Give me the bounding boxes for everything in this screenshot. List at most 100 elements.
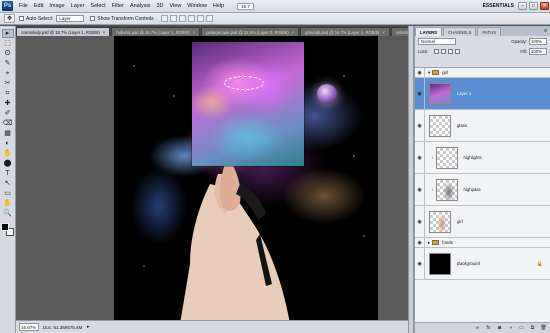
align-buttons [160,15,213,22]
document-tab[interactable]: hubvisit.psd @ 16.7% (Layer 1, RGB/8) × [111,27,201,36]
eyedropper-tool-icon[interactable]: ⌗ [2,89,14,98]
visibility-eye-icon[interactable]: ◉ [415,248,425,279]
menu-3d[interactable]: 3D [153,3,166,9]
fill-input[interactable]: 100% [529,47,547,55]
dodge-tool-icon[interactable]: ◐ [2,139,14,148]
visibility-eye-icon[interactable]: ◉ [415,78,425,109]
panel-menu-icon[interactable]: ≡ [541,27,550,36]
color-swatches[interactable] [1,223,14,237]
document-tab[interactable]: galaxyscape.psd @ 12.5% (Layer 0, RGB/8)… [201,27,300,36]
menu-layer[interactable]: Layer [68,3,88,9]
layer-thumbnail [435,178,458,201]
close-button[interactable]: ✕ [540,2,549,10]
lock-all-icon[interactable] [455,48,461,54]
gradient-tool-icon[interactable]: ▦ [2,129,14,138]
menu-select[interactable]: Select [87,3,108,9]
foreground-color-swatch[interactable] [1,223,9,231]
zoom-tool-icon[interactable]: 🔍 [2,209,14,218]
pen-tool-icon[interactable]: ✋ [2,149,14,158]
layer-group-fonds[interactable]: ◉ ▸ fonds [415,238,550,248]
layer-group-girl[interactable]: ◉ ▾ girl [415,68,550,78]
delete-layer-icon[interactable]: 🗑 [540,325,547,332]
visibility-eye-icon[interactable]: ◉ [415,206,425,237]
eraser-tool-icon[interactable]: ⌫ [2,119,14,128]
menu-view[interactable]: View [166,3,184,9]
path-select-tool-icon[interactable]: ↖ [2,179,14,188]
type-tool-icon[interactable]: T [2,169,14,178]
opacity-input[interactable]: 100% [529,37,547,45]
document-tab[interactable]: cosmolady.psd @ 16.7% (Layer 1, RGB/8) × [16,27,111,36]
move-tool-icon[interactable]: ▸ [1,29,14,38]
new-group-icon[interactable]: ▭ [518,325,525,332]
menu-file[interactable]: File [16,3,31,9]
visibility-eye-icon[interactable]: ◉ [415,110,425,141]
workspace-switcher[interactable]: ESSENTIALS [480,3,517,9]
layer-item-background[interactable]: ◉ Background 🔒 [415,248,550,280]
new-layer-icon[interactable]: ⧉ [529,325,536,332]
maximize-button[interactable]: □ [529,2,538,10]
auto-select-dropdown[interactable]: Layer [56,15,85,22]
layer-style-icon[interactable]: fx [485,325,492,332]
status-bar: 16.67% Doc: 61.3M/675.4M ▸ [16,320,408,333]
menu-image[interactable]: Image [46,3,67,9]
auto-select-checkbox[interactable] [19,16,24,21]
tab-paths[interactable]: PATHS [477,27,502,36]
lock-pixels-icon[interactable] [441,48,447,54]
layer-name: girl [442,70,448,75]
expand-arrow-icon[interactable]: ▸ [428,240,430,246]
brush-tool-icon[interactable]: ✐ [2,109,14,118]
hand-tool-icon[interactable]: ✋ [2,199,14,208]
tab-channels[interactable]: CHANNELS [443,27,477,36]
slice-tool-icon[interactable]: ✂ [2,79,14,88]
move-tool-icon[interactable]: ✥ [4,14,15,23]
adjustment-layer-icon[interactable]: ◑ [507,325,514,332]
align-top-icon[interactable] [160,15,168,22]
minimize-button[interactable]: – [518,2,527,10]
blend-mode-dropdown[interactable]: Normal [418,37,456,45]
healing-tool-icon[interactable]: ✚ [2,99,14,108]
add-mask-icon[interactable]: ◙ [496,325,503,332]
expand-arrow-icon[interactable]: ▾ [428,70,430,76]
layer-item-layer-1[interactable]: ◉ Layer 1 [415,78,550,110]
blur-tool-icon[interactable]: ⬤ [2,159,14,168]
close-tab-icon[interactable]: × [193,30,195,35]
align-center-icon[interactable] [196,15,204,22]
status-menu-arrow-icon[interactable]: ▸ [85,324,91,331]
tab-layers[interactable]: LAYERS [415,27,443,36]
menu-window[interactable]: Window [184,3,210,9]
visibility-eye-icon[interactable]: ◉ [415,68,425,77]
visibility-eye-icon[interactable]: ◉ [415,238,425,247]
shape-tool-icon[interactable]: ▭ [2,189,14,198]
layer-item-highpass[interactable]: ◉ ↓ highpass [415,174,550,206]
align-left-icon[interactable] [187,15,195,22]
layer-item-highlights[interactable]: ◉ ↓ highlights [415,142,550,174]
zoom-level-dropdown[interactable]: 16.7 [237,2,254,10]
close-tab-icon[interactable]: × [292,30,294,35]
close-tab-icon[interactable]: × [382,30,384,35]
visibility-eye-icon[interactable]: ◉ [415,142,425,173]
align-middle-icon[interactable] [169,15,177,22]
marquee-tool-icon[interactable]: ⬚ [2,39,14,48]
menu-edit[interactable]: Edit [31,3,46,9]
layer-item-glass[interactable]: ◉ glass [415,110,550,142]
document-canvas[interactable] [114,36,378,320]
layer-thumbnail [429,114,451,137]
visibility-eye-icon[interactable]: ◉ [415,174,425,205]
quick-select-tool-icon[interactable]: ✎ [2,59,14,68]
align-right-icon[interactable] [205,15,213,22]
menu-help[interactable]: Help [210,3,227,9]
crop-tool-icon[interactable]: ⌖ [2,69,14,78]
document-tab[interactable]: grounds.psd @ 16.7% (Layer 1, RGB/8) × [300,27,390,36]
close-tab-icon[interactable]: × [103,30,105,35]
lasso-tool-icon[interactable]: ʘ [2,49,14,58]
layer-item-girl[interactable]: ◉ girl [415,206,550,238]
zoom-input[interactable]: 16.67% [19,323,39,331]
show-transform-checkbox[interactable] [90,16,96,21]
menu-filter[interactable]: Filter [109,3,127,9]
menu-analysis[interactable]: Analysis [127,3,153,9]
lock-position-icon[interactable] [448,48,454,54]
layer-1-image[interactable] [191,41,305,167]
link-layers-icon[interactable]: ∞ [474,325,481,332]
lock-transparency-icon[interactable] [434,48,440,54]
align-bottom-icon[interactable] [178,15,186,22]
